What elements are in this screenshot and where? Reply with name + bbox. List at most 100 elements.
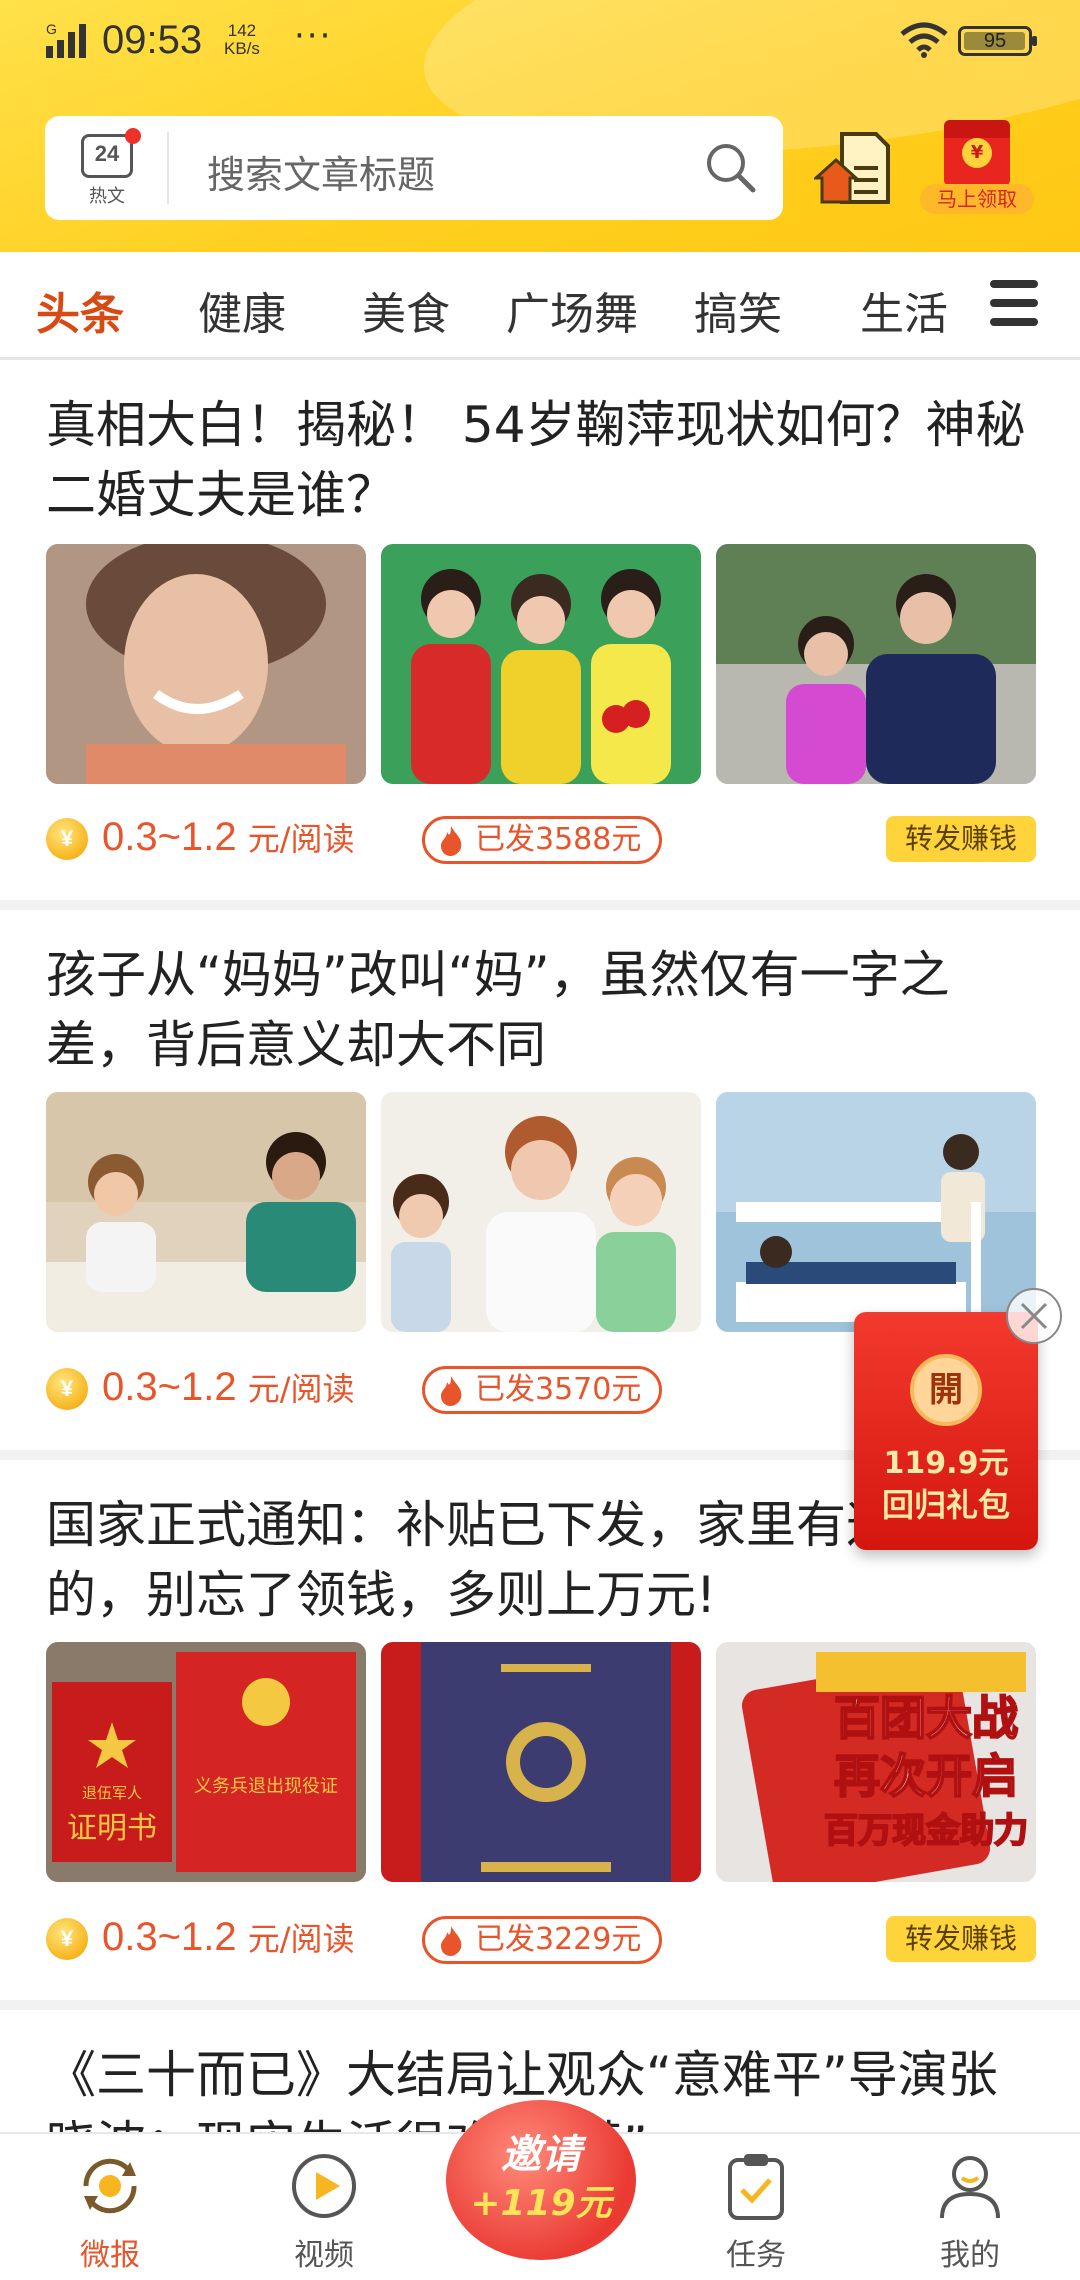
header: G 09:53 142 KB/s ··· 95 24 热文 搜索文章标题 ¥ 马… — [0, 0, 1080, 252]
paid-out-text: 已发3570元 — [475, 1372, 642, 1407]
reward-price: 0.3~1.2 元/阅读 — [102, 1914, 355, 1960]
flame-icon — [441, 1376, 462, 1406]
promo-line3: 百万现金助力 — [824, 1811, 1028, 1851]
nav-profile[interactable]: 我的 — [890, 2134, 1050, 2280]
paid-out-badge: 已发3588元 — [422, 816, 663, 864]
reward-unit: 元/阅读 — [247, 1370, 355, 1408]
paid-out-badge: 已发3229元 — [422, 1916, 663, 1964]
clipboard-check-icon — [728, 2154, 784, 2220]
nav-weibao[interactable]: 微报 — [30, 2134, 190, 2280]
article-title[interactable]: 孩子从“妈妈”改叫“妈”，虽然仅有一字之差，背后意义却大不同 — [46, 940, 1036, 1080]
share-earn-button[interactable]: 转发赚钱 — [886, 816, 1036, 862]
mother-children-image — [381, 1092, 701, 1332]
search-bar[interactable]: 24 热文 搜索文章标题 — [45, 116, 783, 220]
divider — [0, 2000, 1080, 2010]
promo-line2: 再次开启 — [834, 1749, 1018, 1803]
yuan-coin-icon: ¥ — [962, 138, 992, 168]
father-child-image — [46, 1092, 366, 1332]
tab-health[interactable]: 健康 — [198, 278, 286, 342]
floating-red-packet[interactable]: 開 119.9元 回归礼包 — [854, 1312, 1038, 1550]
paid-out-badge: 已发3570元 — [422, 1366, 663, 1414]
status-bar: G 09:53 142 KB/s ··· 95 — [0, 0, 1080, 84]
article-thumbnail[interactable] — [46, 544, 366, 784]
tab-funny[interactable]: 搞笑 — [694, 278, 782, 342]
promo-line1: 百团大战 — [834, 1691, 1018, 1745]
signal-icon: G — [46, 21, 86, 58]
article-meta: ¥ 0.3~1.2 元/阅读 已发3229元 转发赚钱 — [46, 1914, 1036, 1966]
red-packet-button[interactable]: ¥ 马上领取 — [920, 116, 1034, 220]
network-speed-value: 142 — [227, 21, 257, 40]
reward-range: 0.3~1.2 — [102, 1915, 237, 1959]
coin-icon: ¥ — [46, 818, 88, 860]
nav-label: 视频 — [294, 2238, 354, 2273]
portrait-image — [46, 544, 366, 784]
invite-button[interactable]: 邀请 +119元 — [446, 2100, 636, 2270]
promo-image: 百团大战 再次开启 百万现金助力 — [716, 1642, 1036, 1882]
coin-icon: ¥ — [46, 1368, 88, 1410]
red-envelope-flap — [944, 120, 1010, 138]
search-divider — [167, 132, 169, 204]
reward-price: 0.3~1.2 元/阅读 — [102, 1364, 355, 1410]
tab-life[interactable]: 生活 — [860, 278, 948, 342]
article-meta: ¥ 0.3~1.2 元/阅读 已发3588元 转发赚钱 — [46, 814, 1036, 866]
article-thumbnail[interactable] — [381, 1642, 701, 1882]
article-images[interactable] — [46, 1092, 1036, 1332]
more-notifications-icon: ··· — [294, 16, 333, 56]
reward-price: 0.3~1.2 元/阅读 — [102, 814, 355, 860]
svg-text:G: G — [46, 21, 57, 37]
invite-title: 邀请 — [501, 2132, 581, 2178]
nav-label: 任务 — [726, 2238, 786, 2273]
hot-icon-number: 24 — [94, 141, 120, 166]
reward-unit: 元/阅读 — [247, 820, 355, 858]
search-icon[interactable] — [703, 140, 757, 194]
hot-articles-button[interactable]: 24 热文 — [77, 128, 141, 207]
refresh-coin-icon — [83, 2158, 137, 2214]
article-card[interactable]: 真相大白！揭秘！ 54岁鞠萍现状如何？神秘二婚丈夫是谁？ ¥ 0.3~1.2 元… — [0, 360, 1080, 900]
user-icon — [940, 2156, 1000, 2219]
menu-icon[interactable] — [990, 280, 1038, 326]
open-seal-icon: 開 — [910, 1354, 982, 1426]
calendar-icon: 24 — [81, 134, 133, 178]
certificate-line1: 退伍军人 — [82, 1784, 142, 1802]
nav-video[interactable]: 视频 — [244, 2134, 404, 2280]
article-images[interactable]: 退伍军人 证明书 义务兵退出现役证 百团大战 再次开启 百万现金助力 — [46, 1642, 1036, 1882]
article-title[interactable]: 真相大白！揭秘！ 54岁鞠萍现状如何？神秘二婚丈夫是谁？ — [46, 390, 1036, 530]
invite-reward: +119元 — [470, 2183, 612, 2224]
tab-headlines[interactable]: 头条 — [36, 278, 124, 342]
divider — [0, 900, 1080, 910]
article-thumbnail[interactable] — [381, 544, 701, 784]
close-icon[interactable] — [1006, 1288, 1062, 1344]
nav-label: 微报 — [80, 2238, 140, 2273]
coin-icon: ¥ — [46, 1918, 88, 1960]
article-thumbnail[interactable] — [46, 1092, 366, 1332]
flame-icon — [441, 1926, 462, 1956]
paid-out-text: 已发3229元 — [475, 1922, 642, 1957]
tab-square-dance[interactable]: 广场舞 — [506, 278, 638, 342]
certificate-line2: 证明书 — [67, 1811, 157, 1846]
certificates-image: 退伍军人 证明书 义务兵退出现役证 — [46, 1642, 366, 1882]
bunk-bed-image — [716, 1092, 1036, 1332]
article-thumbnail[interactable] — [381, 1092, 701, 1332]
network-speed-unit: KB/s — [224, 39, 260, 58]
article-thumbnail[interactable]: 百团大战 再次开启 百万现金助力 — [716, 1642, 1036, 1882]
nav-label: 我的 — [940, 2238, 1000, 2273]
battery-tip — [1032, 36, 1037, 46]
tab-food[interactable]: 美食 — [362, 278, 450, 342]
nav-tasks[interactable]: 任务 — [676, 2134, 836, 2280]
battery-icon: 95 — [958, 26, 1037, 56]
notification-dot — [125, 128, 141, 144]
flame-icon — [441, 826, 462, 856]
search-input[interactable]: 搜索文章标题 — [207, 144, 435, 199]
red-packet-title: 回归礼包 — [881, 1486, 1010, 1524]
reward-range: 0.3~1.2 — [102, 815, 237, 859]
share-earn-button[interactable]: 转发赚钱 — [886, 1916, 1036, 1962]
red-packet-label: 马上领取 — [920, 184, 1034, 214]
article-thumbnail[interactable] — [716, 544, 1036, 784]
article-images[interactable] — [46, 544, 1036, 784]
reward-unit: 元/阅读 — [247, 1920, 355, 1958]
paid-out-text: 已发3588元 — [475, 822, 642, 857]
hot-articles-label: 热文 — [89, 186, 125, 207]
article-thumbnail[interactable] — [716, 1092, 1036, 1332]
article-thumbnail[interactable]: 退伍军人 证明书 义务兵退出现役证 — [46, 1642, 366, 1882]
home-document-icon[interactable] — [814, 128, 894, 208]
